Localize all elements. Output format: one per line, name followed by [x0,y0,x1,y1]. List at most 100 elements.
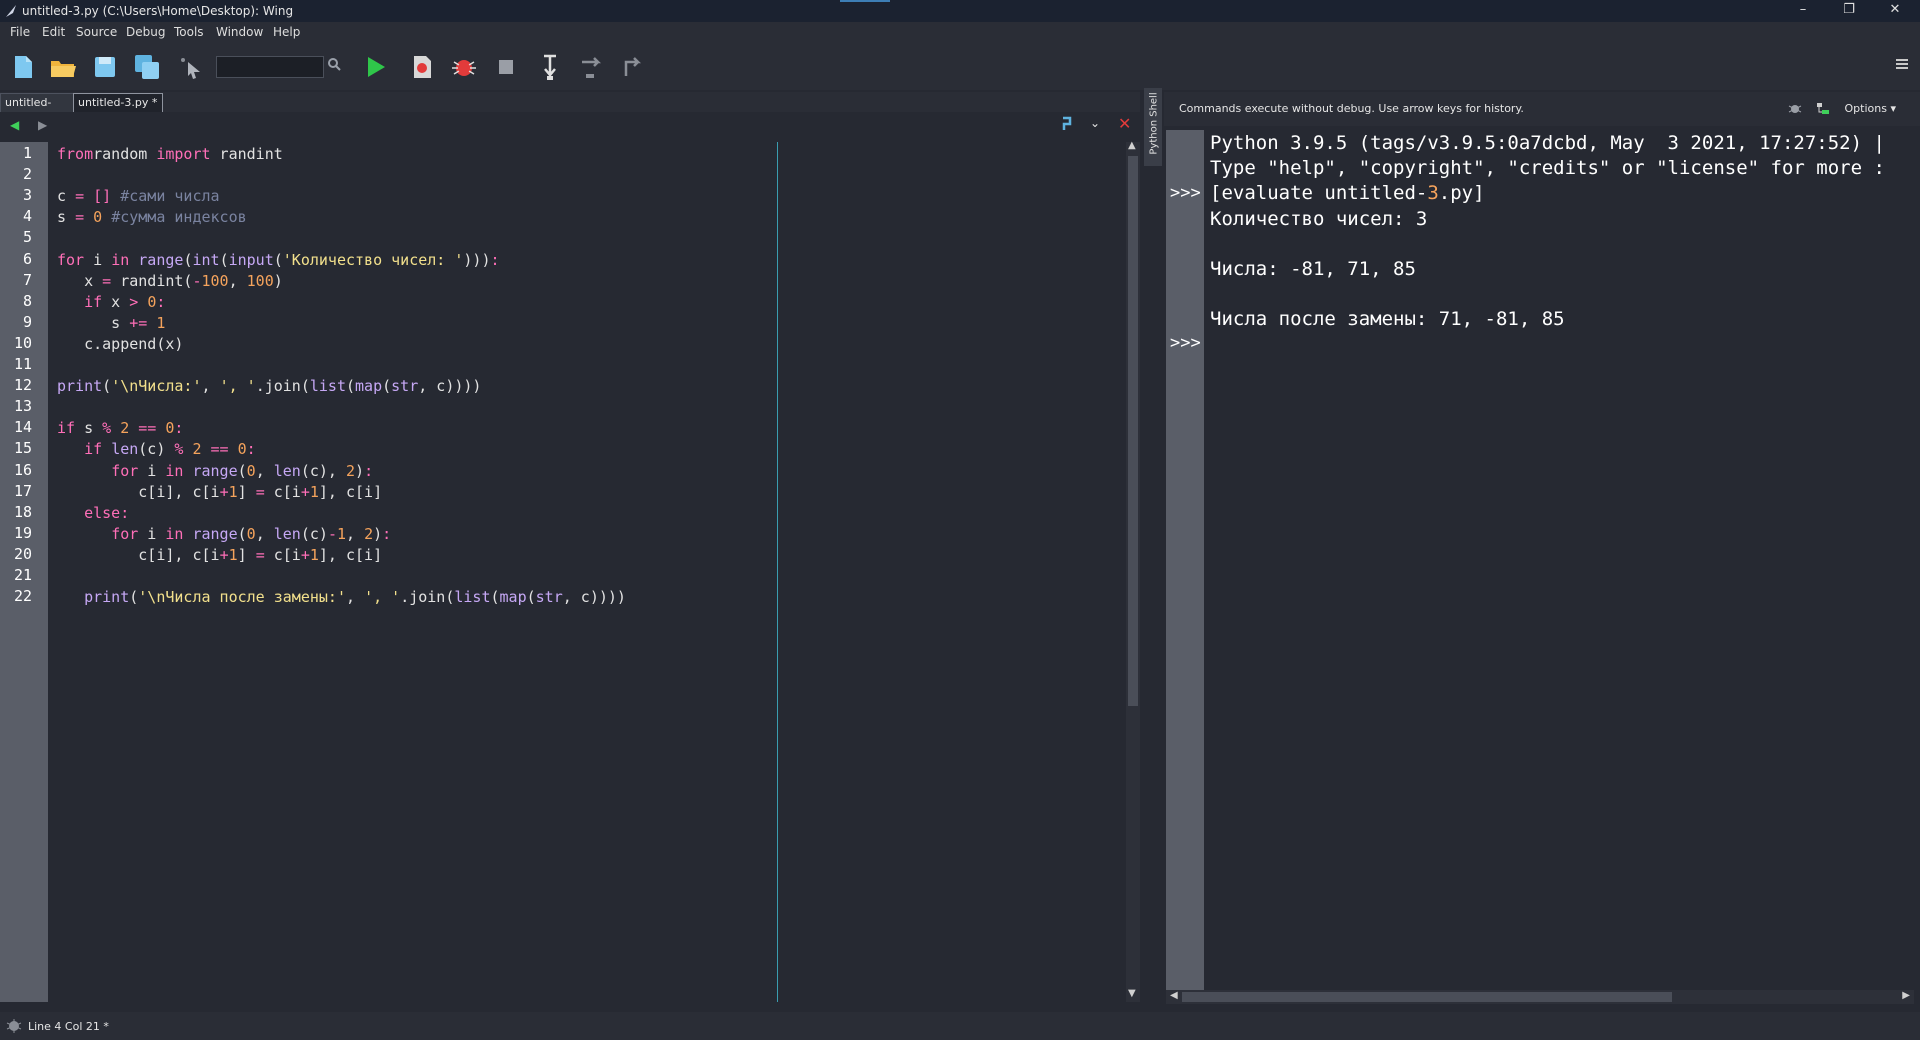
search-button[interactable] [326,56,342,72]
debug-button[interactable] [449,52,479,82]
editor-tab-bar: untitled-1.py untitled-3.py * [0,92,1140,127]
code-token: c.append(x) [57,334,184,353]
open-file-button[interactable] [48,52,78,82]
code-token: 2 [120,419,130,438]
menu-source[interactable]: Source [76,25,117,39]
stop-button[interactable] [491,52,521,82]
code-token: len [273,461,301,480]
back-arrow-icon[interactable]: ◀ [10,118,19,132]
shell-output-line: Количество чисел: 3 [1210,207,1428,230]
menu-window[interactable]: Window [216,25,263,39]
minimize-button[interactable]: – [1780,0,1826,22]
code-line: fromrandom import randint [57,144,283,165]
gear-bug-icon[interactable] [6,1018,22,1034]
code-token: str [391,377,419,396]
pointer-icon [181,58,200,79]
shell-scroll-thumb[interactable] [1182,992,1672,1002]
code-token: : [156,292,166,311]
code-token: map [355,377,383,396]
menu-help[interactable]: Help [273,25,300,39]
code-token: ( [382,377,392,396]
code-line: c[i], c[i+1] = c[i+1], c[i] [57,545,382,566]
toolbar-search-input[interactable] [216,56,324,78]
menu-tools[interactable]: Tools [174,25,204,39]
close-window-button[interactable]: ✕ [1872,0,1918,22]
scroll-up-icon[interactable]: ▲ [1128,140,1136,151]
close-editor-icon[interactable]: ✕ [1118,114,1131,133]
run-button[interactable] [360,52,390,82]
step-out-button[interactable] [616,52,646,82]
code-token: : [174,419,184,438]
code-line: s += 1 [57,313,165,334]
shell-debug-icon[interactable] [1788,102,1802,116]
code-token: ) [355,461,365,480]
scroll-left-icon[interactable]: ◀ [1170,990,1178,1001]
code-token: 'Количество чисел: ' [282,250,464,269]
code-token: for [111,461,139,480]
code-token: - [192,271,202,290]
code-token: ], c[i] [318,482,383,501]
shell-output-line: [evaluate untitled-3.py] [1210,182,1485,205]
editor-scroll-thumb[interactable] [1128,156,1138,706]
code-token: ] [237,482,256,501]
code-token: : [120,503,130,522]
editor-vertical-scrollbar[interactable]: ▲ ▼ [1126,140,1140,1002]
code-token: ', ' [364,588,401,607]
code-token: input [228,250,274,269]
chevron-down-icon[interactable]: ⌄ [1090,116,1100,130]
step-into-button[interactable] [536,52,566,82]
debug-file-button[interactable] [407,52,437,82]
debug-file-icon [414,56,431,78]
menu-edit[interactable]: Edit [42,25,65,39]
code-token: in [165,524,184,543]
tab-untitled-3[interactable]: untitled-3.py * [73,93,163,112]
code-token: 0 [246,461,256,480]
code-line: c.append(x) [57,334,183,355]
select-tool-button[interactable] [176,52,206,82]
code-token: x [57,271,103,290]
shell-horizontal-scrollbar[interactable]: ◀ ▶ [1166,990,1914,1004]
code-line: x = randint(-100, 100) [57,271,283,292]
code-token: ( [102,377,112,396]
tab-untitled-1[interactable]: untitled-1.py [0,93,78,127]
forward-arrow-icon[interactable]: ▶ [38,118,47,132]
shell-output-line: Числа: -81, 71, 85 [1210,258,1416,280]
code-area[interactable]: fromrandom import randint c = [] #сами чи… [57,142,1117,1002]
code-token: , [346,588,365,607]
shell-header: Commands execute without debug. Use arro… [1164,92,1920,126]
code-token: (c), [300,461,346,480]
new-file-button[interactable] [8,52,38,82]
python-shell-side-tab[interactable]: Python Shell [1144,88,1162,166]
shell-output[interactable]: Python 3.9.5 (tags/v3.9.5:0a7dcbd, May 3… [1206,130,1914,990]
menu-file[interactable]: File [10,25,30,39]
code-token: c [57,187,76,206]
code-token: s [75,419,103,438]
save-button[interactable] [90,52,120,82]
editor-nav-bar: ◀ ▶ ⌄ ✕ [0,112,1142,136]
hamburger-menu-icon[interactable] [1894,56,1910,72]
code-editor[interactable]: ◀ ▶ ⌄ ✕ 1 2 3 4 5 6 7 8 9 10 11 12 13 14 15 16 17 18 19 20 2… [0,112,1142,1004]
scroll-right-icon[interactable]: ▶ [1902,990,1910,1001]
scroll-down-icon[interactable]: ▼ [1128,988,1136,999]
code-token: (c) [300,524,328,543]
restore-button[interactable]: ❐ [1826,0,1872,22]
code-token: int [192,250,220,269]
code-token: : [364,461,374,480]
shell-tree-icon[interactable] [1816,102,1830,116]
code-line: for i in range(0, len(c), 2): [57,461,373,482]
shell-options-menu[interactable]: Options ▾ [1845,102,1896,115]
menu-debug[interactable]: Debug [126,25,165,39]
save-all-button[interactable] [132,52,162,82]
code-token: = [75,187,85,206]
step-over-button[interactable] [576,52,606,82]
python-icon[interactable] [1060,116,1074,132]
code-token: = [75,208,85,227]
